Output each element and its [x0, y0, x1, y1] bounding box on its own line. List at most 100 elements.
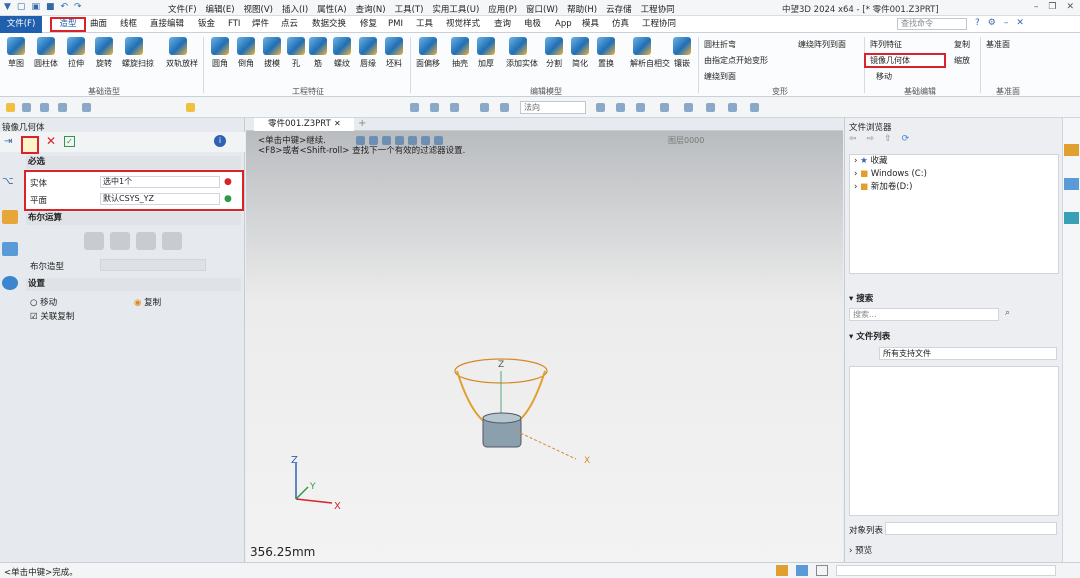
menu-help[interactable]: 帮助(H)	[567, 3, 597, 15]
inlay-button[interactable]: 镶嵌	[670, 37, 694, 69]
add-tab-icon[interactable]: +	[358, 118, 366, 129]
ok-button[interactable]	[21, 136, 39, 154]
plane-field[interactable]: 默认CSYS_YZ	[100, 193, 220, 205]
open-icon[interactable]: ▣	[31, 2, 40, 12]
layer-icon[interactable]	[430, 103, 439, 112]
helix-sweep-button[interactable]: 螺旋扫掠	[122, 37, 154, 69]
rect-icon[interactable]	[750, 103, 759, 112]
up-icon[interactable]: ⇧	[884, 134, 892, 144]
refresh-icon[interactable]: ⟳	[902, 134, 910, 144]
minimize-icon[interactable]: –	[1034, 2, 1039, 12]
tab-fti[interactable]: FTI	[228, 17, 240, 32]
tab-data-exchange[interactable]: 数据交换	[312, 17, 346, 32]
palette-icon[interactable]	[1064, 178, 1079, 190]
tab-mold[interactable]: 模具	[582, 17, 599, 32]
quick-access-toolbar[interactable]: ▼ ▢ ▣ ■ ↶ ↷	[4, 2, 82, 12]
cylinder-button[interactable]: 圆柱体	[34, 37, 58, 69]
undo-icon[interactable]: ↶	[60, 2, 68, 12]
dual-rail-loft-button[interactable]: 双轨放样	[166, 37, 198, 69]
draft-button[interactable]: 拔模	[260, 37, 284, 69]
pin-icon[interactable]: ⇥	[4, 136, 12, 147]
tab-collab[interactable]: 工程协同	[642, 17, 676, 32]
section-settings[interactable]: 设置	[26, 278, 241, 291]
settings-icon[interactable]: ⚙	[988, 18, 996, 28]
point-deform-button[interactable]: 由指定点开始变形	[704, 55, 768, 66]
blank-button[interactable]: 坯料	[382, 37, 406, 69]
cursor-icon[interactable]	[596, 103, 605, 112]
scale-button[interactable]: 缩放	[954, 55, 970, 66]
tab-visual-style[interactable]: 视觉样式	[446, 17, 480, 32]
menu-query[interactable]: 查询(N)	[356, 3, 386, 15]
menu-attr[interactable]: 属性(A)	[317, 3, 346, 15]
boolean-model-field[interactable]	[100, 259, 206, 271]
filter-combo[interactable]: 法向	[520, 101, 586, 114]
tree-favorites[interactable]: › ★ 收藏	[850, 155, 1058, 168]
split-button[interactable]: 分割	[542, 37, 566, 69]
lip-button[interactable]: 唇缘	[356, 37, 380, 69]
chamfer-button[interactable]: 倒角	[234, 37, 258, 69]
entity-clear-icon[interactable]: ●	[224, 177, 232, 187]
tab-pmi[interactable]: PMI	[388, 17, 403, 32]
file-list-section[interactable]: ▾ 文件列表	[849, 330, 890, 342]
save-icon[interactable]: ■	[46, 2, 55, 12]
thread-button[interactable]: 螺纹	[330, 37, 354, 69]
tab-weldment[interactable]: 焊件	[252, 17, 269, 32]
tab-sheetmetal[interactable]: 钣金	[198, 17, 215, 32]
minimize-ribbon-icon[interactable]: –	[1004, 18, 1009, 28]
point-icon[interactable]	[616, 103, 625, 112]
forward-icon[interactable]: ⇨	[867, 134, 875, 144]
tab-app[interactable]: App	[555, 17, 572, 32]
tree-drive-d[interactable]: › ■ 新加卷(D:)	[850, 181, 1058, 194]
3d-viewport[interactable]: <单击中键>继续. <F8>或者<Shift-roll> 查找下一个有效的过滤器…	[246, 131, 843, 562]
hole-button[interactable]: 孔	[284, 37, 308, 69]
move-radio[interactable]: ○ 移动	[30, 296, 57, 308]
mirror-geometry-button[interactable]: 镜像几何体	[864, 53, 946, 68]
tab-pointcloud[interactable]: 点云	[281, 17, 298, 32]
menu-tools[interactable]: 工具(T)	[395, 3, 424, 15]
thicken-button[interactable]: 加厚	[474, 37, 498, 69]
extrude-button[interactable]: 拉伸	[64, 37, 88, 69]
cancel-icon[interactable]: ✕	[46, 134, 56, 148]
edge-icon[interactable]	[636, 103, 645, 112]
simplify-button[interactable]: 简化	[568, 37, 592, 69]
tab-surface[interactable]: 曲面	[90, 17, 107, 32]
rib-button[interactable]: 筋	[306, 37, 330, 69]
tab-wireframe[interactable]: 线框	[120, 17, 137, 32]
layout-icon[interactable]	[776, 565, 788, 576]
user-icon[interactable]	[2, 276, 18, 290]
menu-insert[interactable]: 插入(I)	[282, 3, 308, 15]
help-icon[interactable]: ?	[975, 18, 980, 28]
tab-direct-edit[interactable]: 直接编辑	[150, 17, 184, 32]
cylinder-bend-button[interactable]: 圆柱折弯	[704, 39, 736, 50]
entity-field[interactable]: 选中1个	[100, 176, 220, 188]
tab-simulation[interactable]: 仿真	[612, 17, 629, 32]
file-type-combo[interactable]: 所有支持文件	[879, 347, 1057, 360]
face-icon[interactable]	[660, 103, 669, 112]
tab-repair[interactable]: 修复	[360, 17, 377, 32]
align-icon[interactable]	[500, 103, 509, 112]
measure-icon[interactable]	[480, 103, 489, 112]
view-icon[interactable]	[410, 103, 419, 112]
boolean-base-icon[interactable]	[84, 232, 104, 250]
tree-drive-c[interactable]: › ■ Windows (C:)	[850, 168, 1058, 181]
apply-icon[interactable]: ✓	[64, 136, 75, 147]
info-icon[interactable]: i	[214, 135, 226, 147]
section-boolean[interactable]: 布尔运算	[26, 212, 241, 225]
part-icon[interactable]	[2, 210, 18, 224]
new-icon[interactable]: ▢	[17, 2, 26, 12]
menu-utils[interactable]: 实用工具(U)	[432, 3, 479, 15]
center-icon[interactable]	[684, 103, 693, 112]
triangle-icon[interactable]	[728, 103, 737, 112]
restore-icon[interactable]: ❐	[1048, 2, 1056, 12]
menu-edit[interactable]: 编辑(E)	[206, 3, 235, 15]
close-tab-icon[interactable]: ✕	[334, 119, 341, 128]
history-icon[interactable]: ⌥	[2, 176, 20, 192]
replace-button[interactable]: 置换	[594, 37, 618, 69]
section-required[interactable]: 必选	[26, 156, 241, 169]
menu-apps[interactable]: 应用(P)	[488, 3, 517, 15]
folder-panel-icon[interactable]	[1064, 144, 1079, 156]
move-button[interactable]: 移动	[876, 71, 892, 82]
line-icon[interactable]	[40, 103, 49, 112]
assoc-copy-checkbox[interactable]: ☑ 关联复制	[30, 310, 74, 322]
filter-icon[interactable]	[186, 103, 195, 112]
